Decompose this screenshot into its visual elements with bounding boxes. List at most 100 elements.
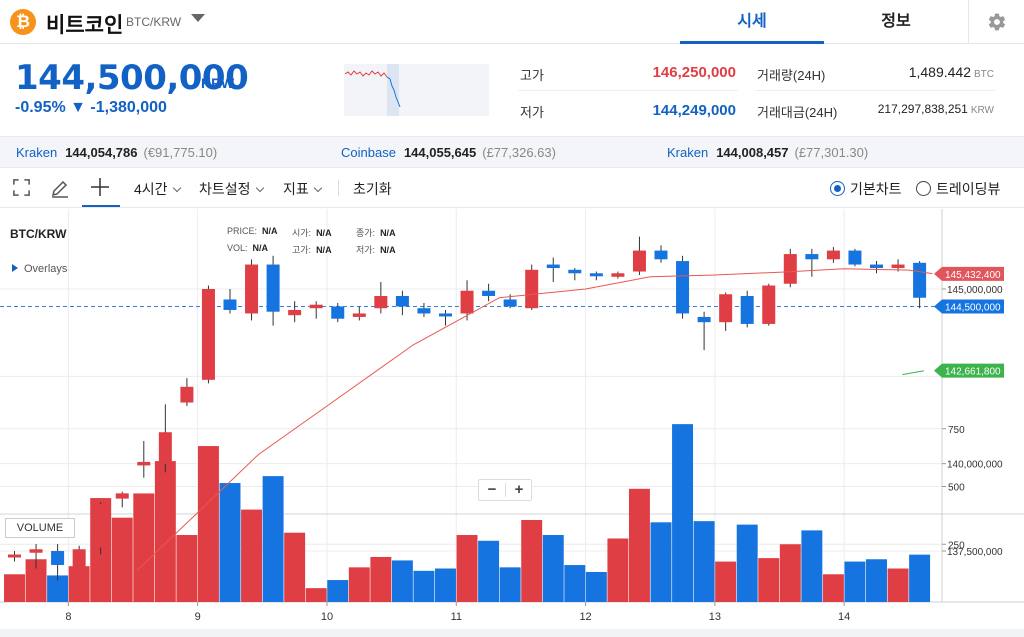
volume-bar xyxy=(909,554,931,602)
candle-body xyxy=(374,295,388,309)
fullscreen-button[interactable] xyxy=(12,178,31,202)
volume-bar xyxy=(327,580,349,602)
volume-bar xyxy=(844,561,866,602)
candle-body xyxy=(180,386,194,403)
chevron-down-icon xyxy=(255,183,264,193)
chart-toolbar: 4시간 차트설정 지표 초기화 기본차트 트레이딩뷰 xyxy=(0,168,1024,208)
price-chart[interactable]: 145,000,000 140,000,000 137,500,000 145,432… xyxy=(0,209,1024,637)
bitcoin-logo-icon: ₿ xyxy=(10,9,36,35)
zoom-in-button[interactable]: + xyxy=(507,481,531,499)
candle-body xyxy=(29,549,43,553)
volume-bar xyxy=(887,568,909,602)
legend-close: 종가: N/A xyxy=(356,226,396,239)
sparkline-chart xyxy=(344,64,401,116)
candle-body xyxy=(352,313,366,317)
radio-basic-chart[interactable]: 기본차트 xyxy=(830,179,902,199)
coin-name[interactable]: 비트코인 xyxy=(46,9,123,39)
volume-bar xyxy=(542,535,564,602)
tab-price[interactable]: 시세 xyxy=(680,0,824,44)
legend-value: N/A xyxy=(380,228,396,238)
amount-value: 217,297,838,251 KRW xyxy=(878,102,994,116)
radio-basic-label: 기본차트 xyxy=(850,181,902,197)
zoom-out-button[interactable]: − xyxy=(480,481,504,499)
coin-pair[interactable]: BTC/KRW xyxy=(126,15,181,29)
radio-unselected-icon xyxy=(916,181,931,196)
amount-label: 거래대금(24H) xyxy=(757,105,838,120)
chevron-down-icon[interactable] xyxy=(191,14,205,22)
legend-price: PRICE: N/A xyxy=(227,226,278,236)
divider xyxy=(755,90,995,91)
price-axis-label: 145,000,000 xyxy=(947,285,1003,296)
candle-body xyxy=(654,250,668,260)
candle-body xyxy=(245,264,259,314)
high-label: 고가 xyxy=(520,68,544,83)
exchange-item[interactable]: Kraken 144,008,457 (£77,301.30) xyxy=(667,145,868,160)
exchange-price-bar: Kraken 144,054,786 (€91,775.10) Coinbase 14… xyxy=(0,136,1024,168)
interval-dropdown[interactable]: 4시간 xyxy=(134,179,181,199)
exchange-item[interactable]: Coinbase 144,055,645 (£77,326.63) xyxy=(341,145,556,160)
tab-info[interactable]: 정보 xyxy=(824,0,968,44)
interval-label: 4시간 xyxy=(134,181,168,197)
zoom-controls: − + xyxy=(478,479,532,501)
chart-canvas[interactable]: 145,000,000140,000,000137,500,000145,432… xyxy=(0,209,1024,637)
candle-body xyxy=(740,295,754,324)
legend-label: 고가: xyxy=(292,245,312,255)
volume-bar xyxy=(219,483,241,602)
legend-open: 시가: N/A xyxy=(292,226,332,239)
volume-bar xyxy=(176,535,198,602)
candle-body xyxy=(8,554,21,558)
overlays-toggle[interactable]: Overlays xyxy=(12,263,67,275)
radio-selected-icon xyxy=(830,181,845,196)
reset-button[interactable]: 초기화 xyxy=(353,179,392,199)
legend-value: N/A xyxy=(262,226,278,236)
volume-bar xyxy=(348,567,370,602)
volume-bar xyxy=(564,565,586,602)
exchange-name: Kraken xyxy=(16,145,58,160)
candle-body xyxy=(482,290,496,296)
time-axis-label: 13 xyxy=(709,611,721,623)
low-value: 144,249,000 xyxy=(652,102,736,119)
candle-body xyxy=(525,269,539,309)
candle-body xyxy=(589,273,603,277)
candle-body xyxy=(72,549,86,571)
amount-unit: KRW xyxy=(970,105,994,116)
volume-bar xyxy=(262,476,284,602)
play-triangle-icon xyxy=(12,264,18,272)
crosshair-button[interactable] xyxy=(90,177,110,202)
candle-body xyxy=(568,269,582,274)
candle-body xyxy=(783,254,797,284)
radio-tradingview[interactable]: 트레이딩뷰 xyxy=(916,179,1000,199)
volume-bar xyxy=(111,517,133,602)
candle-body xyxy=(309,304,323,309)
settings-button[interactable] xyxy=(968,0,1024,44)
volume-bar xyxy=(758,558,780,602)
candle-body xyxy=(611,273,625,277)
candle-body xyxy=(891,264,905,269)
crosshair-icon xyxy=(91,178,109,196)
volume-bar xyxy=(779,544,801,602)
time-axis-label: 12 xyxy=(579,611,591,623)
price-tag-label: 142,661,800 xyxy=(945,367,1001,378)
volume-bar xyxy=(521,519,543,602)
chart-settings-dropdown[interactable]: 차트설정 xyxy=(199,179,264,199)
volume-bar xyxy=(801,530,823,602)
indicators-dropdown[interactable]: 지표 xyxy=(283,179,323,199)
exchange-item[interactable]: Kraken 144,054,786 (€91,775.10) xyxy=(16,145,217,160)
legend-value: N/A xyxy=(252,243,269,253)
time-axis-label: 10 xyxy=(321,611,333,623)
legend-label: 시가: xyxy=(292,228,312,238)
legend-value: N/A xyxy=(316,228,332,238)
fullscreen-icon xyxy=(13,179,30,196)
draw-button[interactable] xyxy=(50,178,70,203)
volume-bar xyxy=(197,446,219,602)
legend-high: 고가: N/A xyxy=(292,243,332,256)
candle-body xyxy=(223,299,237,310)
volume-bar xyxy=(305,588,327,602)
volume-bar xyxy=(585,571,607,602)
candle-body xyxy=(632,250,646,272)
candle-body xyxy=(395,295,409,307)
candle-body xyxy=(848,250,862,265)
volume-bar xyxy=(284,532,306,602)
candle-body xyxy=(288,309,302,316)
exchange-converted: (£77,301.30) xyxy=(794,145,869,160)
